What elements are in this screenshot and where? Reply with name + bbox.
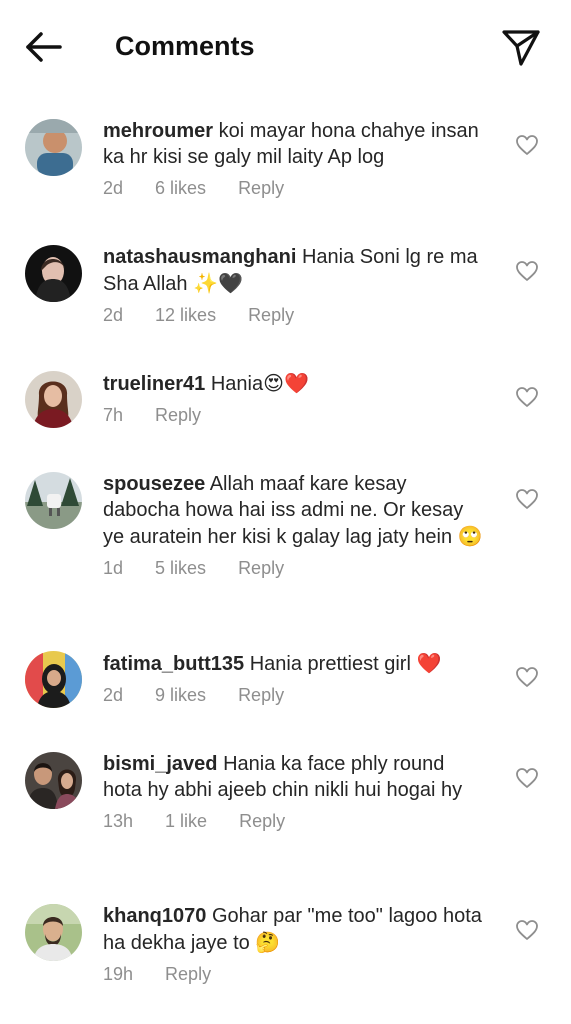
comment-likes[interactable]: 1 like <box>165 811 207 832</box>
like-button[interactable] <box>515 134 539 156</box>
heart-outline-icon <box>516 261 538 281</box>
comment-time: 1d <box>103 558 124 578</box>
comment-text: fatima_butt135 Hania prettiest girl ❤️ <box>103 650 483 677</box>
like-button[interactable] <box>515 767 539 789</box>
heart-outline-icon <box>516 135 538 155</box>
comment-meta: 7h Reply <box>103 405 483 426</box>
comment-time: 13h <box>103 811 134 831</box>
avatar[interactable] <box>25 752 82 809</box>
reply-button[interactable]: Reply <box>165 964 211 985</box>
heart-outline-icon <box>516 667 538 687</box>
comment-body: mehroumer koi mayar hona chahye insan ka… <box>103 118 483 199</box>
comment-emoji: 😍❤️ <box>263 371 309 395</box>
header-bar: Comments <box>0 0 571 92</box>
comment-emoji: ✨🖤 <box>193 271 243 295</box>
comment-meta: 2d 9 likes Reply <box>103 685 483 706</box>
comment-message: Hania <box>210 373 264 395</box>
comment-meta: 1d 5 likes Reply <box>103 558 483 579</box>
comment-time: 2d <box>103 178 124 198</box>
like-button[interactable] <box>515 666 539 688</box>
comment-username[interactable]: fatima_butt135 <box>103 653 244 675</box>
like-button[interactable] <box>515 260 539 282</box>
comment-text: spousezee Allah maaf kare kesay dabocha … <box>103 471 483 550</box>
avatar[interactable] <box>25 371 82 428</box>
comment-text: bismi_javed Hania ka face phly round hot… <box>103 751 483 803</box>
like-button[interactable] <box>515 919 539 941</box>
comment-body: fatima_butt135 Hania prettiest girl ❤️ 2… <box>103 650 483 706</box>
comment-likes[interactable]: 12 likes <box>155 305 216 326</box>
reply-button[interactable]: Reply <box>239 811 285 832</box>
avatar[interactable] <box>25 651 82 708</box>
comment-emoji: ❤️ <box>416 651 442 675</box>
comment-username[interactable]: bismi_javed <box>103 753 218 775</box>
comment-time: 2d <box>103 305 124 325</box>
comment-username[interactable]: khanq1070 <box>103 905 206 927</box>
comment-text: natashausmanghani Hania Soni lg re ma Sh… <box>103 244 483 297</box>
heart-outline-icon <box>516 768 538 788</box>
paper-plane-icon <box>502 30 540 66</box>
avatar[interactable] <box>25 904 82 961</box>
reply-button[interactable]: Reply <box>248 305 294 326</box>
page-title: Comments <box>115 31 255 61</box>
comment-emoji: 🙄 <box>457 524 483 548</box>
comment-username[interactable]: trueliner41 <box>103 373 205 395</box>
reply-button[interactable]: Reply <box>238 685 284 706</box>
comment-likes[interactable]: 5 likes <box>155 558 206 579</box>
comment-text: trueliner41 Hania😍❤️ <box>103 370 483 397</box>
comment-likes[interactable]: 6 likes <box>155 178 206 199</box>
comment-likes[interactable]: 9 likes <box>155 685 206 706</box>
reply-button[interactable]: Reply <box>155 405 201 426</box>
heart-outline-icon <box>516 387 538 407</box>
comment-body: bismi_javed Hania ka face phly round hot… <box>103 751 483 832</box>
arrow-left-icon <box>26 32 62 62</box>
comment-time: 19h <box>103 964 134 984</box>
heart-outline-icon <box>516 489 538 509</box>
like-button[interactable] <box>515 488 539 510</box>
back-button[interactable] <box>22 26 64 68</box>
comment-meta: 2d 12 likes Reply <box>103 305 483 326</box>
comment-username[interactable]: natashausmanghani <box>103 246 296 268</box>
heart-outline-icon <box>516 920 538 940</box>
comment-text: khanq1070 Gohar par "me too" lagoo hota … <box>103 903 483 956</box>
comment-username[interactable]: spousezee <box>103 473 205 495</box>
comment-body: natashausmanghani Hania Soni lg re ma Sh… <box>103 244 483 326</box>
comment-time: 7h <box>103 405 124 425</box>
reply-button[interactable]: Reply <box>238 558 284 579</box>
comment-emoji: 🤔 <box>255 930 281 954</box>
avatar[interactable] <box>25 119 82 176</box>
share-button[interactable] <box>500 26 542 68</box>
reply-button[interactable]: Reply <box>238 178 284 199</box>
comment-meta: 2d 6 likes Reply <box>103 178 483 199</box>
comment-body: trueliner41 Hania😍❤️ 7h Reply <box>103 370 483 426</box>
comment-time: 2d <box>103 685 124 705</box>
avatar[interactable] <box>25 472 82 529</box>
comment-body: khanq1070 Gohar par "me too" lagoo hota … <box>103 903 483 985</box>
comment-username[interactable]: mehroumer <box>103 120 213 142</box>
comment-message: Hania prettiest girl <box>249 653 411 675</box>
comment-body: spousezee Allah maaf kare kesay dabocha … <box>103 471 483 579</box>
like-button[interactable] <box>515 386 539 408</box>
comment-meta: 19h Reply <box>103 964 483 985</box>
comment-meta: 13h 1 like Reply <box>103 811 483 832</box>
avatar[interactable] <box>25 245 82 302</box>
comment-text: mehroumer koi mayar hona chahye insan ka… <box>103 118 483 170</box>
